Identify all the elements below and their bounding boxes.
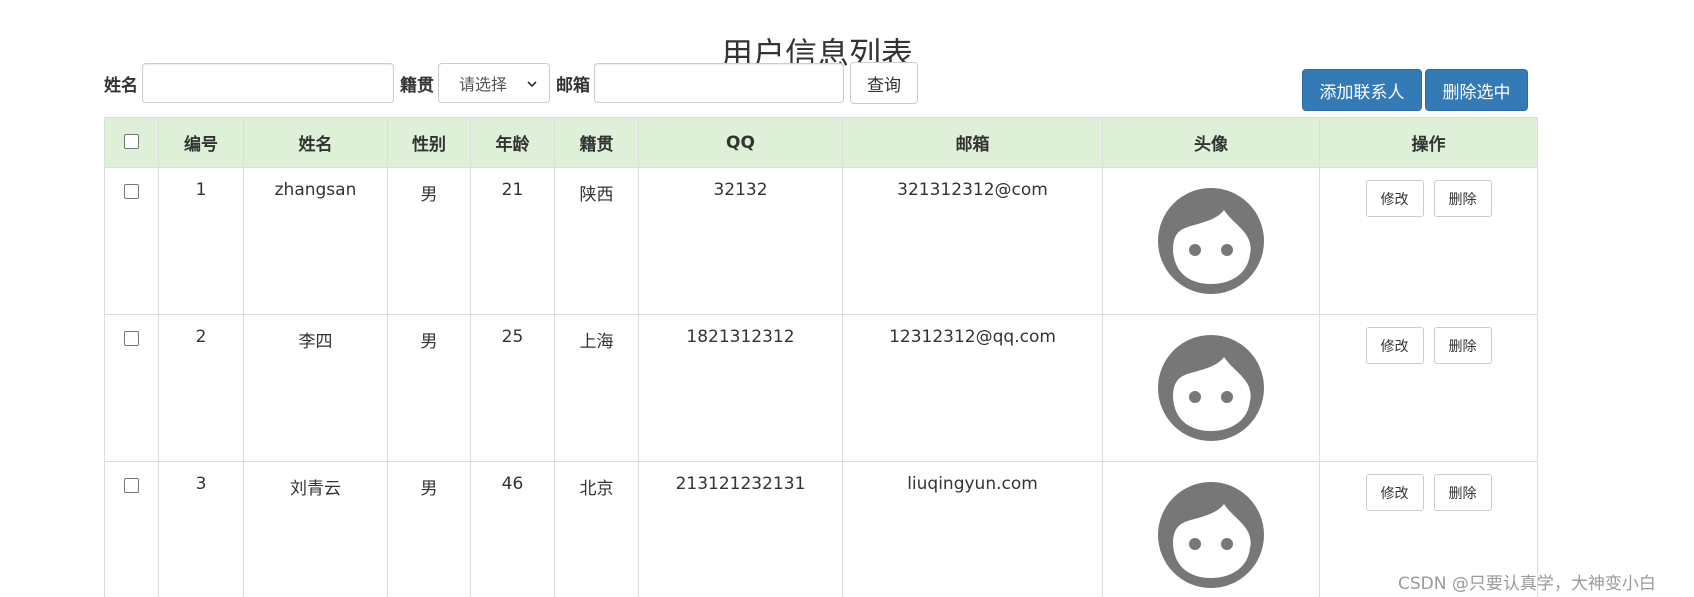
cell-age: 46 (470, 461, 555, 597)
cell-id: 3 (158, 461, 244, 597)
delete-selected-button[interactable]: 删除选中 (1425, 69, 1528, 111)
select-all-cell (104, 117, 159, 168)
row-checkbox[interactable] (124, 184, 139, 199)
cell-avatar (1102, 461, 1320, 597)
header-name: 姓名 (243, 117, 388, 168)
toolbar: 添加联系人 删除选中 (1302, 69, 1528, 111)
name-label: 姓名 (104, 75, 138, 96)
delete-button[interactable]: 删除 (1433, 474, 1492, 511)
native-select[interactable]: 请选择 (438, 63, 550, 103)
table-row: 3 刘青云 男 46 北京 213121232131 liuqingyun.co… (104, 461, 1538, 597)
name-input[interactable] (142, 63, 394, 103)
user-table: 编号 姓名 性别 年龄 籍贯 QQ 邮箱 头像 操作 1 zhangsan 男 … (104, 117, 1538, 597)
header-actions: 操作 (1319, 117, 1538, 168)
edit-button[interactable]: 修改 (1365, 474, 1424, 511)
cell-email: 12312312@qq.com (842, 314, 1103, 462)
email-label: 邮箱 (556, 75, 590, 96)
user-face-icon (1158, 482, 1264, 588)
cell-id: 1 (158, 167, 244, 315)
row-select-cell (104, 314, 159, 462)
cell-id: 2 (158, 314, 244, 462)
native-label: 籍贯 (400, 75, 434, 96)
cell-gender: 男 (387, 167, 471, 315)
header-native: 籍贯 (554, 117, 639, 168)
row-checkbox[interactable] (124, 331, 139, 346)
table-header-row: 编号 姓名 性别 年龄 籍贯 QQ 邮箱 头像 操作 (104, 117, 1538, 168)
edit-button[interactable]: 修改 (1365, 327, 1424, 364)
row-checkbox[interactable] (124, 478, 139, 493)
cell-age: 25 (470, 314, 555, 462)
header-avatar: 头像 (1102, 117, 1320, 168)
add-contact-button[interactable]: 添加联系人 (1302, 69, 1422, 111)
cell-avatar (1102, 314, 1320, 462)
cell-email: 321312312@com (842, 167, 1103, 315)
header-id: 编号 (158, 117, 244, 168)
page: 用户信息列表 姓名 籍贯 请选择 邮箱 查询 添加联系人 删除选中 编号 姓名 … (0, 0, 1694, 597)
query-button[interactable]: 查询 (850, 62, 918, 104)
cell-actions: 修改 删除 (1319, 167, 1538, 315)
table-row: 2 李四 男 25 上海 1821312312 12312312@qq.com (104, 314, 1538, 462)
cell-native: 陕西 (554, 167, 639, 315)
user-face-icon (1158, 335, 1264, 441)
header-email: 邮箱 (842, 117, 1103, 168)
native-select-value: 请选择 (459, 75, 508, 94)
user-face-icon (1158, 188, 1264, 294)
table-row: 1 zhangsan 男 21 陕西 32132 321312312@com 修… (104, 167, 1538, 315)
cell-actions: 修改 删除 (1319, 314, 1538, 462)
cell-native: 北京 (554, 461, 639, 597)
chevron-down-icon (527, 81, 537, 88)
row-select-cell (104, 167, 159, 315)
row-select-cell (104, 461, 159, 597)
cell-name: 刘青云 (243, 461, 388, 597)
select-all-checkbox[interactable] (124, 133, 139, 149)
cell-email: liuqingyun.com (842, 461, 1103, 597)
cell-qq: 32132 (638, 167, 843, 315)
search-form: 姓名 籍贯 请选择 邮箱 查询 (104, 62, 918, 104)
watermark: CSDN @只要认真学，大神变小白 (1398, 574, 1656, 594)
delete-button[interactable]: 删除 (1433, 327, 1492, 364)
cell-native: 上海 (554, 314, 639, 462)
cell-name: zhangsan (243, 167, 388, 315)
header-gender: 性别 (387, 117, 471, 168)
cell-avatar (1102, 167, 1320, 315)
cell-qq: 213121232131 (638, 461, 843, 597)
header-age: 年龄 (470, 117, 555, 168)
cell-gender: 男 (387, 314, 471, 462)
cell-age: 21 (470, 167, 555, 315)
cell-name: 李四 (243, 314, 388, 462)
delete-button[interactable]: 删除 (1433, 180, 1492, 217)
email-input[interactable] (594, 63, 844, 103)
edit-button[interactable]: 修改 (1365, 180, 1424, 217)
cell-qq: 1821312312 (638, 314, 843, 462)
header-qq: QQ (638, 117, 843, 168)
cell-gender: 男 (387, 461, 471, 597)
